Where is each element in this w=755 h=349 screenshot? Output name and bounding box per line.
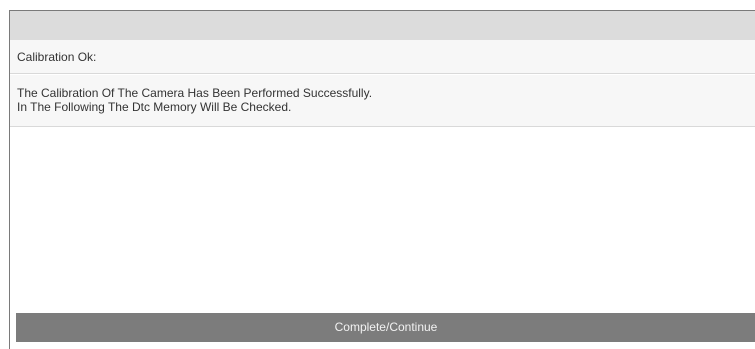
header-bar <box>10 11 755 40</box>
empty-content-area <box>10 128 755 311</box>
complete-continue-button[interactable]: Complete/Continue <box>16 313 755 342</box>
message-row: The Calibration Of The Camera Has Been P… <box>10 75 755 127</box>
status-title: Calibration Ok: <box>17 50 97 64</box>
message-line-2: In The Following The Dtc Memory Will Be … <box>17 100 292 114</box>
message-line-1: The Calibration Of The Camera Has Been P… <box>17 86 373 100</box>
status-title-row: Calibration Ok: <box>10 40 755 74</box>
calibration-dialog: Calibration Ok: The Calibration Of The C… <box>9 10 755 349</box>
